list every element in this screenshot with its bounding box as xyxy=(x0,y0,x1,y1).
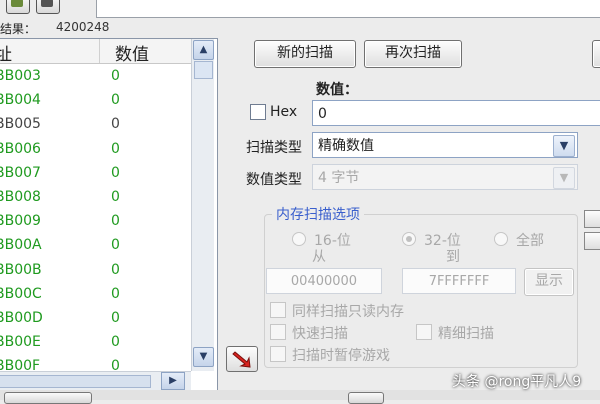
value-label: 数值： xyxy=(316,82,358,98)
radio-all[interactable] xyxy=(494,232,508,246)
readonly-memory-label: 同样扫描只读内存 xyxy=(292,304,404,320)
chevron-down-icon[interactable]: ▼ xyxy=(553,135,575,157)
end-address-input[interactable]: 7FFFFFFF xyxy=(402,268,516,294)
side-button-1[interactable] xyxy=(584,210,600,228)
address-cell: BB00B xyxy=(0,261,42,278)
value-type-selected: 4 字节 xyxy=(318,170,360,186)
chevron-up-icon[interactable]: ▲ xyxy=(193,40,214,60)
value-cell: 0 xyxy=(111,285,120,302)
radio-16-bit[interactable] xyxy=(292,232,306,246)
address-cell: BB00A xyxy=(0,237,42,254)
list-rows: BB0030BB0040BB0050BB0060BB0070BB0080BB00… xyxy=(0,65,191,391)
address-cell: BB00C xyxy=(0,285,42,302)
process-bar[interactable] xyxy=(96,0,600,18)
fine-scan-checkbox[interactable] xyxy=(416,324,432,340)
value-cell: 0 xyxy=(111,213,120,230)
bottom-strip xyxy=(0,390,600,404)
list-item[interactable]: BB006 0 xyxy=(0,138,191,162)
memory-scan-options-title: 内存扫描选项 xyxy=(272,204,364,224)
horizontal-scrollbar[interactable]: ▶ xyxy=(0,371,191,390)
value-cell: 0 xyxy=(111,334,120,351)
toolbar-icon xyxy=(11,0,23,7)
address-cell: BB009 xyxy=(0,213,41,230)
column-divider[interactable] xyxy=(99,39,100,63)
bottom-button-2[interactable] xyxy=(348,392,384,404)
list-item[interactable]: BB00C 0 xyxy=(0,283,191,307)
list-item[interactable]: BB00E 0 xyxy=(0,331,191,355)
list-header: 址 数值 xyxy=(0,39,191,65)
list-item[interactable]: BB00B 0 xyxy=(0,259,191,283)
list-item[interactable]: BB00D 0 xyxy=(0,307,191,331)
list-item[interactable]: BB008 0 xyxy=(0,186,191,210)
list-item[interactable]: BB003 0 xyxy=(0,65,191,89)
address-cell: BB006 xyxy=(0,140,41,157)
readonly-memory-checkbox[interactable] xyxy=(270,302,286,318)
bottom-button-1[interactable] xyxy=(4,392,92,404)
pause-game-checkbox[interactable] xyxy=(270,346,286,362)
chevron-down-icon[interactable]: ▼ xyxy=(553,167,575,189)
address-cell: BB00D xyxy=(0,309,43,326)
red-arrow-icon xyxy=(232,351,251,368)
scan-type-selected: 精确数值 xyxy=(318,138,374,154)
value-cell: 0 xyxy=(111,237,120,254)
result-count: 4200248 xyxy=(56,20,110,34)
from-label: 从 xyxy=(312,249,326,265)
watermark: 头条 @rong平凡人9 xyxy=(452,374,582,390)
value-cell: 0 xyxy=(111,116,120,133)
vertical-scrollbar[interactable]: ▲ ▼ xyxy=(191,39,214,371)
address-cell: BB005 xyxy=(0,116,41,133)
undo-scan-button[interactable] xyxy=(592,40,600,68)
list-item[interactable]: BB007 0 xyxy=(0,162,191,186)
value-cell: 0 xyxy=(111,92,120,109)
hex-label: Hex xyxy=(270,104,298,120)
show-button[interactable]: 显示 xyxy=(524,268,574,296)
toolbar-icon xyxy=(41,0,53,7)
radio-all-label: 全部 xyxy=(516,233,544,249)
chevron-down-icon[interactable]: ▼ xyxy=(193,347,214,367)
address-cell: BB00E xyxy=(0,334,41,351)
fine-scan-label: 精细扫描 xyxy=(438,326,494,342)
add-to-list-button[interactable] xyxy=(226,346,258,372)
list-item[interactable]: BB009 0 xyxy=(0,210,191,234)
side-button-2[interactable] xyxy=(584,232,600,250)
fast-scan-label: 快速扫描 xyxy=(292,326,348,342)
value-cell: 0 xyxy=(111,309,120,326)
chevron-right-icon[interactable]: ▶ xyxy=(161,372,185,390)
address-cell: BB008 xyxy=(0,188,41,205)
value-cell: 0 xyxy=(111,164,120,181)
address-cell: BB003 xyxy=(0,68,41,84)
column-header-address[interactable]: 址 xyxy=(0,40,12,65)
scan-type-label: 扫描类型 xyxy=(246,140,302,156)
toolbar-icon-button-2[interactable] xyxy=(36,0,60,14)
hex-checkbox[interactable] xyxy=(250,104,266,120)
column-header-value[interactable]: 数值 xyxy=(115,40,149,65)
start-address-input[interactable]: 00400000 xyxy=(266,268,382,294)
value-cell: 0 xyxy=(111,188,120,205)
radio-32-bit[interactable] xyxy=(402,232,416,246)
result-label: 结果： xyxy=(0,22,37,36)
value-cell: 0 xyxy=(111,68,120,84)
fast-scan-checkbox[interactable] xyxy=(270,324,286,340)
address-cell: BB004 xyxy=(0,92,41,109)
to-label: 到 xyxy=(446,249,460,265)
pause-game-label: 扫描时暂停游戏 xyxy=(292,348,390,364)
new-scan-button[interactable]: 新的扫描 xyxy=(254,40,356,68)
value-type-select[interactable]: 4 字节 ▼ xyxy=(312,164,578,190)
scroll-thumb[interactable] xyxy=(194,61,213,79)
address-cell: BB007 xyxy=(0,164,41,181)
address-list[interactable]: 址 数值 BB0030BB0040BB0050BB0060BB0070BB008… xyxy=(0,38,218,392)
scan-type-select[interactable]: 精确数值 ▼ xyxy=(312,132,578,158)
value-cell: 0 xyxy=(111,140,120,157)
toolbar-icon-button-1[interactable] xyxy=(6,0,30,14)
list-item[interactable]: BB00A 0 xyxy=(0,234,191,258)
list-item[interactable]: BB004 0 xyxy=(0,89,191,113)
list-item[interactable]: BB005 0 xyxy=(0,113,191,137)
value-cell: 0 xyxy=(111,261,120,278)
next-scan-button[interactable]: 再次扫描 xyxy=(364,40,462,68)
value-input[interactable]: 0 xyxy=(312,100,600,126)
value-type-label: 数值类型 xyxy=(246,172,302,188)
scroll-thumb[interactable] xyxy=(0,375,151,388)
